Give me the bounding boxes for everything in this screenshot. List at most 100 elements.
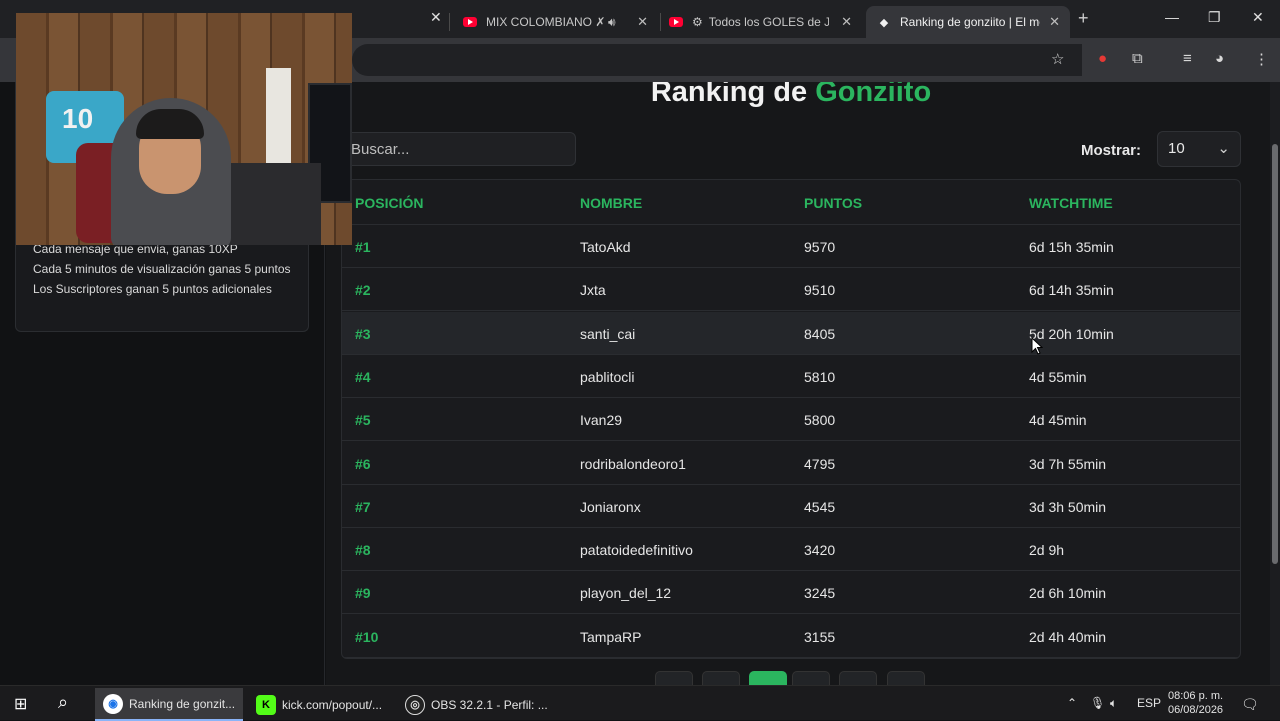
- table-row[interactable]: #1 TatoAkd 9570 6d 15h 35min: [342, 225, 1240, 268]
- last-page-button[interactable]: [887, 671, 925, 685]
- taskbar-item-chrome[interactable]: ◉ Ranking de gonzit...: [95, 688, 243, 721]
- name-cell: pablitocli: [580, 368, 635, 385]
- taskbar-item-label: Ranking de gonzit...: [129, 696, 236, 711]
- column-header-watchtime[interactable]: WATCHTIME: [1029, 195, 1113, 211]
- taskbar-item-kick[interactable]: K kick.com/popout/...: [248, 688, 396, 721]
- watchtime-cell: 3d 3h 50min: [1029, 498, 1107, 515]
- volume-icon[interactable]: 🔈︎: [1110, 696, 1117, 711]
- profile-avatar-icon[interactable]: ◕: [1215, 50, 1224, 67]
- close-window-button[interactable]: ✕: [1252, 9, 1264, 26]
- table-row[interactable]: #2 Jxta 9510 6d 14h 35min: [342, 268, 1240, 312]
- name-cell: Ivan29: [580, 412, 623, 429]
- watchtime-cell: 2d 6h 10min: [1029, 585, 1107, 602]
- notifications-icon[interactable]: 🗨︎: [1241, 696, 1259, 713]
- ranking-table: POSICIÓN NOMBRE PUNTOS WATCHTIME #1 TatoA…: [341, 179, 1241, 659]
- table-row[interactable]: #6 rodribalondeoro1 4795 3d 7h 55min: [342, 442, 1240, 485]
- address-bar[interactable]: [352, 44, 1082, 76]
- speaker-icon[interactable]: 🔊︎: [608, 15, 616, 30]
- table-row[interactable]: #4 pablitocli 5810 4d 55min: [342, 355, 1240, 398]
- watchtime-cell: 4d 45min: [1029, 412, 1087, 429]
- points-cell: 4545: [804, 498, 836, 515]
- watchtime-cell: 6d 15h 35min: [1029, 239, 1114, 255]
- ranking-panel: Ranking de Gonziito Mostrar: 10 ⌄ POSICI…: [326, 82, 1270, 685]
- menu-kebab-icon[interactable]: ⋮: [1254, 50, 1269, 68]
- extension-red-icon[interactable]: ●: [1098, 50, 1107, 67]
- rank-cell: #4: [355, 368, 371, 385]
- first-page-button[interactable]: [655, 671, 693, 685]
- watchtime-cell: 2d 9h: [1029, 542, 1065, 559]
- puzzle-icon[interactable]: ⧉: [1132, 50, 1143, 67]
- taskbar-item-label: OBS 32.2.1 - Perfil: ...: [431, 697, 548, 712]
- next-page-button[interactable]: [839, 671, 877, 685]
- clock-date: 06/08/2026: [1168, 704, 1224, 716]
- minimize-button[interactable]: —: [1165, 9, 1179, 25]
- table-row[interactable]: #3 santi_cai 8405 5d 20h 10min: [342, 311, 1240, 355]
- page-size-select[interactable]: 10 ⌄: [1157, 131, 1241, 167]
- points-cell: 8405: [804, 325, 836, 342]
- rank-cell: #9: [355, 585, 371, 602]
- taskbar-item-label: kick.com/popout/...: [282, 697, 383, 712]
- webcam-overlay: 10: [16, 13, 352, 245]
- search-icon[interactable]: ⌕: [58, 692, 68, 713]
- title-prefix: Ranking de: [650, 82, 808, 108]
- tab-close-icon[interactable]: ✕: [637, 14, 648, 30]
- prev-page-button[interactable]: [702, 671, 740, 685]
- search-input[interactable]: [340, 132, 576, 166]
- name-cell: playon_del_12: [580, 585, 672, 602]
- table-row[interactable]: #7 Joniaronx 4545 3d 3h 50min: [342, 485, 1240, 528]
- rank-cell: #7: [355, 498, 371, 515]
- windows-start-icon[interactable]: ⊞: [14, 694, 27, 714]
- person-hair: [136, 109, 204, 139]
- new-tab-button[interactable]: +: [1078, 8, 1089, 29]
- column-header-position[interactable]: POSICIÓN: [355, 195, 423, 211]
- diamond-icon: ◆: [879, 16, 889, 29]
- tab-youtube-mix[interactable]: MIX COLOMBIANO ✗ EI 🔊︎ ✕: [452, 6, 658, 38]
- table-row[interactable]: #5 Ivan29 5800 4d 45min: [342, 398, 1240, 442]
- media-control-icon[interactable]: ≡: [1183, 50, 1192, 67]
- tab-ranking[interactable]: ◆ Ranking de gonziito | El mej ✕: [866, 6, 1070, 38]
- chevron-down-icon: ⌄: [1217, 140, 1230, 157]
- tab-title: Ranking de gonziito | El mej: [900, 15, 1040, 29]
- watchtime-cell: 3d 7h 55min: [1029, 455, 1107, 472]
- clock-time: 08:06 p. m.: [1168, 690, 1224, 702]
- scrollbar-thumb[interactable]: [1272, 144, 1278, 564]
- gear-icon: ⚙: [692, 15, 703, 29]
- name-cell: TatoAkd: [580, 239, 631, 255]
- page-scrollbar[interactable]: [1270, 82, 1280, 685]
- show-label: Mostrar:: [1081, 142, 1142, 159]
- tray-chevron-up-icon[interactable]: ⌃: [1067, 696, 1077, 710]
- rank-cell: #8: [355, 542, 371, 559]
- tab-title: Todos los GOLES de JUA: [708, 15, 829, 29]
- page-2-button[interactable]: [792, 671, 830, 685]
- column-header-name[interactable]: NOMBRE: [580, 195, 642, 211]
- jersey-number: 10: [62, 103, 94, 134]
- system-clock[interactable]: 08:06 p. m. 06/08/2026: [1168, 689, 1223, 717]
- points-cell: 3245: [804, 585, 836, 602]
- page-1-button[interactable]: [749, 671, 787, 685]
- table-row[interactable]: #8 patatoidedefinitivo 3420 2d 9h: [342, 528, 1240, 572]
- chrome-icon: ◉: [103, 693, 123, 714]
- taskbar-item-obs[interactable]: ◎ OBS 32.2.1 - Perfil: ...: [397, 688, 557, 721]
- points-cell: 3420: [804, 542, 836, 559]
- rule-line: Los Suscriptores ganan 5 puntos adiciona…: [33, 282, 272, 296]
- star-icon[interactable]: ☆: [1051, 50, 1064, 68]
- title-name: Gonziito: [815, 82, 932, 108]
- tab-separator: [449, 13, 450, 31]
- watchtime-cell: 6d 14h 35min: [1029, 282, 1114, 299]
- points-cell: 3155: [804, 628, 836, 645]
- maximize-button[interactable]: ❐: [1208, 9, 1221, 26]
- pagination: [326, 671, 1256, 685]
- tab-youtube-goles[interactable]: ⚙ Todos los GOLES de JUA ✕: [658, 6, 862, 38]
- microphone-icon[interactable]: 🎙︎: [1090, 696, 1105, 710]
- tab-close-icon[interactable]: ✕: [430, 9, 442, 26]
- tab-close-icon[interactable]: ✕: [1049, 14, 1060, 30]
- tab-close-icon[interactable]: ✕: [841, 14, 852, 30]
- table-row[interactable]: #9 playon_del_12 3245 2d 6h 10min: [342, 571, 1240, 615]
- table-row[interactable]: #10 TampaRP 3155 2d 4h 40min: [342, 615, 1240, 658]
- watchtime-cell: 2d 4h 40min: [1029, 628, 1107, 645]
- youtube-icon: [462, 14, 478, 30]
- tab-title: MIX COLOMBIANO ✗ EI: [486, 15, 604, 29]
- points-cell: 5810: [804, 368, 836, 385]
- language-indicator[interactable]: ESP: [1137, 696, 1161, 710]
- column-header-points[interactable]: PUNTOS: [804, 195, 862, 211]
